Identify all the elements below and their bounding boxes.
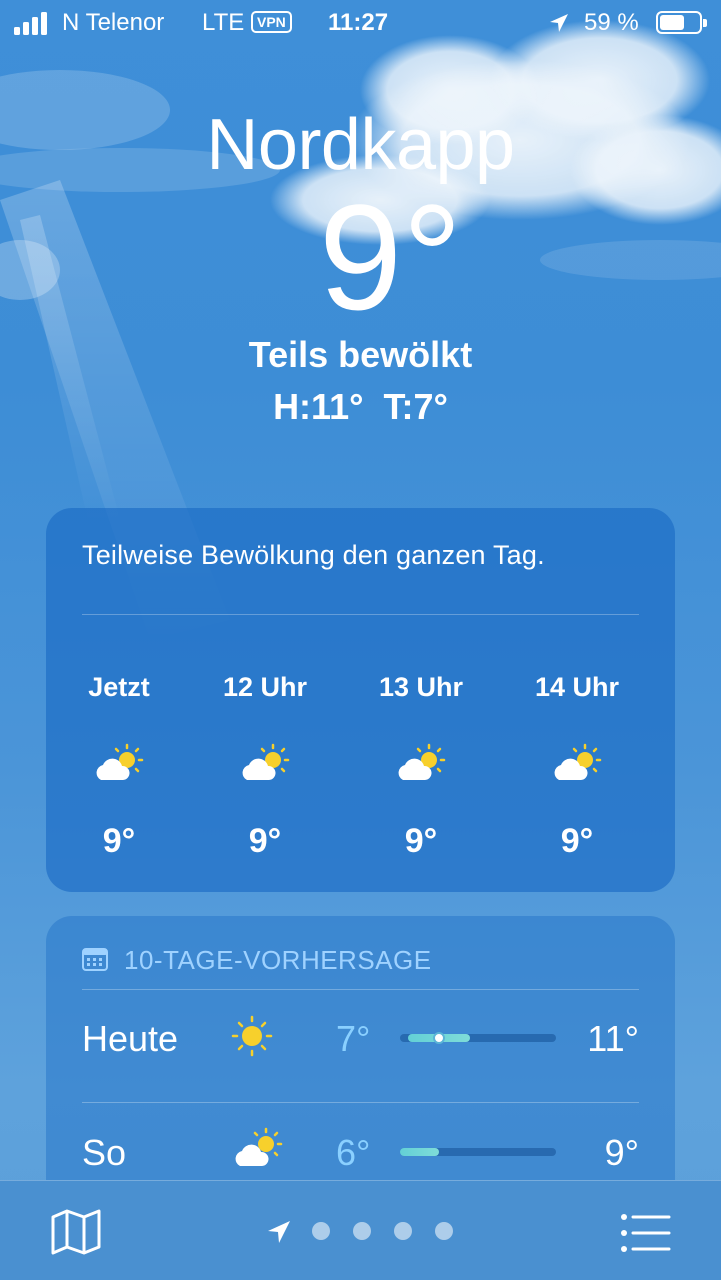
high-low-temperature: H:11° T:7°: [273, 386, 448, 427]
list-icon[interactable]: [620, 1213, 672, 1253]
bottom-toolbar: [0, 1180, 721, 1280]
divider: [82, 989, 639, 990]
forecast-high: 9°: [604, 1132, 639, 1173]
partly-cloudy-icon: [242, 743, 290, 780]
forecast-low: 6°: [336, 1132, 371, 1173]
vpn-badge: VPN: [251, 11, 292, 33]
location-arrow-icon[interactable]: [266, 1219, 292, 1245]
current-temperature-marker: [433, 1032, 445, 1044]
hour-label: 14 Uhr: [534, 672, 620, 702]
hour-item: Jetzt 9°: [64, 672, 174, 860]
forecast-summary: Teilweise Bewölkung den ganzen Tag.: [82, 540, 545, 570]
hour-label: Jetzt: [88, 672, 150, 702]
battery-icon: [656, 11, 707, 34]
forecast-high: 11°: [587, 1018, 639, 1059]
status-bar: N Telenor LTE VPN 11:27 59 %: [0, 0, 721, 46]
partly-cloudy-icon: [398, 743, 446, 780]
forecast-title: 10-TAGE-VORHERSAGE: [124, 945, 432, 975]
battery-percentage: 59 %: [584, 9, 639, 36]
weather-condition: Teils bewölkt: [248, 334, 473, 375]
carrier-name: N Telenor: [62, 9, 165, 36]
sun-icon: [231, 1015, 273, 1057]
page-dot[interactable]: [312, 1222, 330, 1240]
hour-label: 12 Uhr: [222, 672, 308, 702]
partly-cloudy-icon: [96, 743, 144, 780]
forecast-row[interactable]: Heute 7° 11°: [46, 1008, 675, 1088]
page-dot[interactable]: [353, 1222, 371, 1240]
partly-cloudy-icon: [235, 1127, 283, 1166]
hour-temperature: 9°: [404, 822, 438, 860]
signal-strength-icon: [14, 11, 54, 35]
hour-temperature: 9°: [102, 822, 136, 860]
calendar-icon: [82, 948, 108, 971]
page-dot[interactable]: [435, 1222, 453, 1240]
temperature-range-fill: [400, 1148, 439, 1156]
divider: [82, 614, 639, 615]
hour-temperature: 9°: [248, 822, 282, 860]
forecast-day: Heute: [82, 1018, 179, 1059]
map-icon[interactable]: [50, 1208, 102, 1256]
hour-item: 12 Uhr 9°: [210, 672, 320, 860]
hour-temperature: 9°: [560, 822, 594, 860]
temperature-range-bar: [400, 1148, 556, 1156]
hour-label: 13 Uhr: [378, 672, 464, 702]
forecast-day: So: [82, 1132, 127, 1173]
status-time: 11:27: [328, 9, 389, 36]
page-dot[interactable]: [394, 1222, 412, 1240]
current-temperature: 9°: [318, 173, 463, 341]
network-type: LTE: [202, 9, 245, 36]
location-services-icon: [550, 14, 568, 32]
forecast-low: 7°: [336, 1018, 371, 1059]
hourly-forecast-card[interactable]: Teilweise Bewölkung den ganzen Tag. Jetz…: [46, 508, 675, 892]
ten-day-forecast-card[interactable]: 10-TAGE-VORHERSAGE Heute 7° 11° So 6° 9°: [46, 916, 675, 1206]
partly-cloudy-icon: [554, 743, 602, 780]
divider: [82, 1102, 639, 1103]
hour-item: 14 Uhr 9°: [522, 672, 632, 860]
hour-item: 13 Uhr 9°: [366, 672, 476, 860]
temperature-range-bar: [400, 1032, 556, 1044]
